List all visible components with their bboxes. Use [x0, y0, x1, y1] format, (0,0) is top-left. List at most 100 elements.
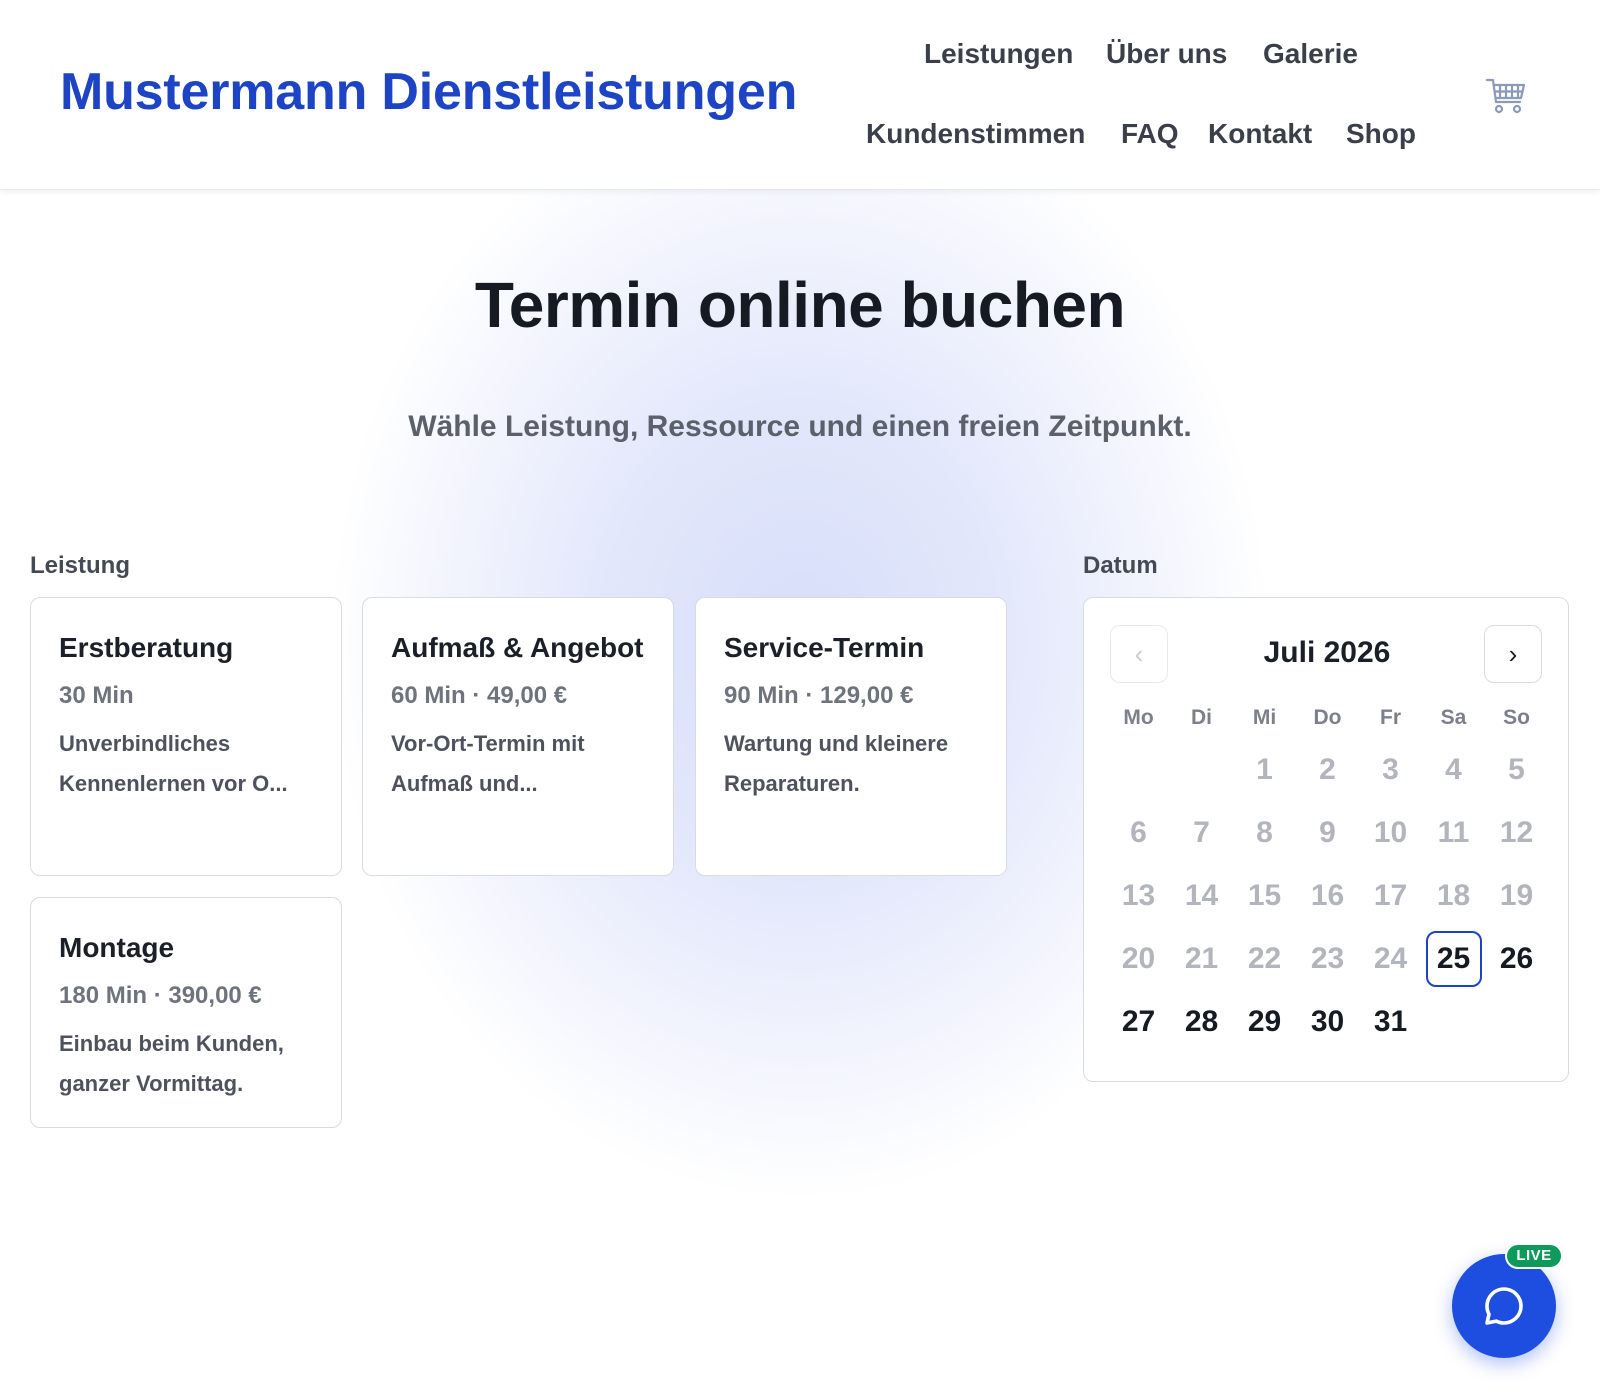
- calendar-day: 1: [1233, 738, 1296, 801]
- calendar-day-number: 18: [1436, 878, 1471, 912]
- calendar-grid: Mo Di Mi Do Fr Sa So 1 2 3 4 5 6 7 8 9 10 11 12 13 14 15 16 17 1…: [1107, 698, 1548, 1053]
- weekday-label: Fr: [1380, 706, 1401, 729]
- service-description: Unverbindliches Kennenlernen vor O...: [59, 731, 288, 796]
- calendar-day-number: 2: [1319, 752, 1336, 786]
- calendar-day-number: 4: [1445, 752, 1462, 786]
- page-subtitle: Wähle Leistung, Ressource und einen frei…: [408, 410, 1192, 443]
- calendar-day: 7: [1170, 801, 1233, 864]
- calendar-day: 4: [1422, 738, 1485, 801]
- calendar-day: 14: [1170, 864, 1233, 927]
- calendar-day-number: 27: [1121, 1004, 1156, 1038]
- calendar-day: 20: [1107, 927, 1170, 990]
- calendar-day: 6: [1107, 801, 1170, 864]
- service-meta: 180 Min · 390,00 €: [59, 982, 262, 1009]
- calendar-day[interactable]: 28: [1170, 990, 1233, 1053]
- calendar-day: 10: [1359, 801, 1422, 864]
- service-title: Service-Termin: [724, 632, 925, 663]
- service-title: Erstberatung: [59, 632, 234, 663]
- calendar-day-number: 15: [1247, 878, 1282, 912]
- calendar-day-number: 31: [1373, 1004, 1408, 1038]
- calendar-day-number: 16: [1310, 878, 1345, 912]
- service-title: Aufmaß & Angebot: [391, 632, 644, 663]
- calendar-day[interactable]: 30: [1296, 990, 1359, 1053]
- nav-link-faq[interactable]: FAQ: [1121, 118, 1179, 150]
- calendar-day: 24: [1359, 927, 1422, 990]
- site-header: Mustermann Dienstleistungen Leistungen Ü…: [0, 0, 1600, 190]
- calendar-day-number: 1: [1256, 752, 1273, 786]
- calendar-day: 22: [1233, 927, 1296, 990]
- weekday-label: Sa: [1440, 706, 1467, 729]
- calendar-blank-cell: [1170, 738, 1233, 801]
- calendar-day-number: 17: [1373, 878, 1408, 912]
- service-section-label: Leistung: [30, 552, 130, 579]
- service-card-aufmass-angebot[interactable]: Aufmaß & Angebot 60 Min · 49,00 € Vor-Or…: [362, 597, 674, 876]
- calendar-day: 2: [1296, 738, 1359, 801]
- nav-link-ueber-uns[interactable]: Über uns: [1106, 38, 1227, 70]
- calendar-day-number: 22: [1247, 941, 1282, 975]
- service-card-erstberatung[interactable]: Erstberatung 30 Min Unverbindliches Kenn…: [30, 597, 342, 876]
- calendar-day-number: 8: [1256, 815, 1273, 849]
- nav-link-kontakt[interactable]: Kontakt: [1208, 118, 1312, 150]
- calendar-day-number: 9: [1319, 815, 1336, 849]
- weekday-label: So: [1503, 706, 1530, 729]
- calendar-day-number: 7: [1193, 815, 1210, 849]
- calendar-day: 18: [1422, 864, 1485, 927]
- service-card-service-termin[interactable]: Service-Termin 90 Min · 129,00 € Wartung…: [695, 597, 1007, 876]
- calendar-day: 11: [1422, 801, 1485, 864]
- brand-logo-text[interactable]: Mustermann Dienstleistungen: [60, 62, 797, 122]
- calendar-day: 9: [1296, 801, 1359, 864]
- nav-link-shop[interactable]: Shop: [1346, 118, 1416, 150]
- service-meta: 60 Min · 49,00 €: [391, 682, 568, 709]
- weekday-label: Do: [1313, 706, 1342, 729]
- calendar-day-number: 19: [1499, 878, 1534, 912]
- service-card-montage[interactable]: Montage 180 Min · 390,00 € Einbau beim K…: [30, 897, 342, 1128]
- cart-icon[interactable]: [1484, 74, 1528, 118]
- chat-bubble-icon: [1485, 1287, 1523, 1325]
- calendar-day: 21: [1170, 927, 1233, 990]
- calendar-day-number: 6: [1130, 815, 1147, 849]
- chevron-right-icon: ›: [1508, 638, 1518, 669]
- calendar-day: 19: [1485, 864, 1548, 927]
- service-meta: 90 Min · 129,00 €: [724, 682, 914, 709]
- calendar-blank-cell: [1107, 738, 1170, 801]
- weekday-label: Di: [1191, 706, 1212, 729]
- page-title: Termin online buchen: [474, 269, 1126, 341]
- calendar-day: 3: [1359, 738, 1422, 801]
- calendar-day-number: 14: [1184, 878, 1219, 912]
- calendar-day-number: 5: [1508, 752, 1525, 786]
- next-month-button[interactable]: ›: [1484, 625, 1542, 683]
- calendar-day-number: 23: [1310, 941, 1345, 975]
- calendar-day: 23: [1296, 927, 1359, 990]
- page: Mustermann Dienstleistungen Leistungen Ü…: [0, 0, 1600, 1400]
- calendar-day-number: 30: [1310, 1004, 1345, 1038]
- calendar-day[interactable]: 26: [1485, 927, 1548, 990]
- calendar-day[interactable]: 27: [1107, 990, 1170, 1053]
- calendar-day-number: 29: [1247, 1004, 1282, 1038]
- date-picker: ‹ Juli 2026 › Mo Di Mi Do Fr Sa So 1 2 3 4 5 6 7 8 9 10 1…: [1083, 597, 1569, 1082]
- calendar-day: 16: [1296, 864, 1359, 927]
- calendar-day-number: 20: [1121, 941, 1156, 975]
- calendar-day: 15: [1233, 864, 1296, 927]
- weekday-label: Mi: [1252, 706, 1277, 729]
- calendar-day: 13: [1107, 864, 1170, 927]
- calendar-day: 17: [1359, 864, 1422, 927]
- service-title: Montage: [59, 932, 175, 963]
- calendar-day-number: 3: [1382, 752, 1399, 786]
- calendar-day-number: 25: [1425, 930, 1482, 987]
- service-meta: 30 Min: [59, 682, 134, 709]
- calendar-day-selected[interactable]: 25: [1422, 927, 1485, 990]
- nav-link-leistungen[interactable]: Leistungen: [924, 38, 1073, 70]
- calendar-day-number: 13: [1121, 878, 1156, 912]
- live-chat-button[interactable]: [1452, 1254, 1556, 1358]
- service-description: Wartung und kleinere Reparaturen.: [724, 731, 949, 796]
- calendar-day[interactable]: 29: [1233, 990, 1296, 1053]
- nav-link-kundenstimmen[interactable]: Kundenstimmen: [866, 118, 1085, 150]
- nav-link-galerie[interactable]: Galerie: [1263, 38, 1358, 70]
- service-description: Einbau beim Kunden, ganzer Vormittag.: [59, 1031, 284, 1096]
- calendar-day: 8: [1233, 801, 1296, 864]
- calendar-day: 5: [1485, 738, 1548, 801]
- service-description: Vor-Ort-Termin mit Aufmaß und...: [391, 731, 585, 796]
- calendar-day-number: 21: [1184, 941, 1219, 975]
- calendar-day[interactable]: 31: [1359, 990, 1422, 1053]
- date-section-label: Datum: [1083, 552, 1158, 579]
